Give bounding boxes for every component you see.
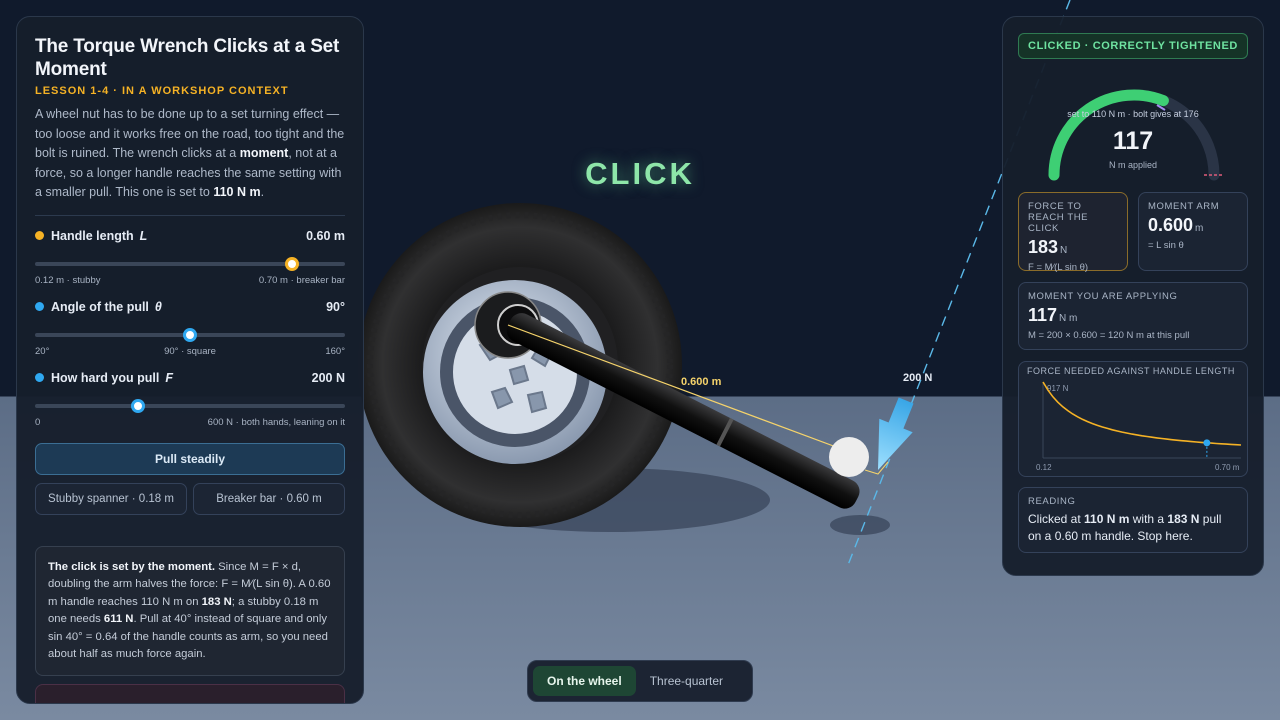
chart-title: FORCE NEEDED AGAINST HANDLE LENGTH: [1027, 366, 1235, 376]
next-section-card: [35, 684, 345, 703]
force-value: 200 N: [311, 370, 345, 385]
force-dot-icon: [35, 373, 44, 383]
handle-length-thumb[interactable]: [285, 256, 300, 271]
force-control: How hard you pull F 200 N 0 600 N · both…: [35, 370, 345, 428]
gauge-unit: N m applied: [1108, 160, 1158, 170]
lesson-tag: LESSON 1-4 · IN A WORKSHOP CONTEXT: [35, 85, 289, 97]
length-dot-icon: [35, 231, 44, 241]
handle-length-control: Handle length L 0.60 m 0.12 m · stubby 0…: [35, 228, 345, 286]
intro-text: A wheel nut has to be done up to a set t…: [35, 107, 345, 200]
angle-value: 90°: [326, 299, 345, 314]
breaker-bar-button[interactable]: Breaker bar · 0.60 m: [193, 482, 345, 515]
moment-arm-card: MOMENT ARM 0.600 m = L sin θ: [1138, 192, 1248, 271]
force-arrow: [878, 397, 914, 470]
torque-gauge: set to 110 N m · bolt gives at 176 117 N…: [1018, 63, 1248, 181]
handle-length-value: 0.60 m: [306, 228, 345, 243]
click-indicator: CLICK: [585, 156, 695, 191]
handle-length-slider[interactable]: [35, 256, 345, 271]
chart-y-max-label: 917 N: [1047, 384, 1069, 393]
pull-steadily-button[interactable]: Pull steadily: [35, 442, 345, 475]
reading-card: READING Clicked at 110 N m with a 183 N …: [1018, 487, 1248, 553]
page-title: The Torque Wrench Clicks at a Set Moment: [35, 36, 340, 80]
angle-dot-icon: [35, 302, 44, 312]
view-three-quarter-button[interactable]: Three-quarter: [636, 666, 737, 696]
force-curve-line: [1042, 381, 1242, 446]
divider: [35, 214, 345, 216]
force-length-chart: FORCE NEEDED AGAINST HANDLE LENGTH 917 N…: [1018, 361, 1248, 477]
gauge-value: 117: [1112, 127, 1154, 155]
view-on-wheel-button[interactable]: On the wheel: [533, 666, 636, 696]
grip-ball: [829, 437, 869, 477]
chart-x-max-label: 0.70 m: [1215, 463, 1240, 472]
angle-slider[interactable]: [35, 327, 345, 342]
force-to-click-card: FORCE TO REACH THE CLICK 183 N F = M⁄(L s…: [1018, 192, 1128, 273]
stubby-spanner-button[interactable]: Stubby spanner · 0.18 m: [35, 482, 187, 515]
angle-thumb[interactable]: [183, 327, 197, 342]
gauge-caption: set to 110 N m · bolt gives at 176: [1067, 109, 1199, 119]
explanation-box: The click is set by the moment. Since M …: [35, 545, 345, 677]
view-toggle: On the wheel Three-quarter: [527, 660, 753, 702]
handle-shadow: [830, 515, 890, 535]
force-thumb[interactable]: [131, 398, 146, 413]
force-value-label: 200 N: [903, 372, 933, 384]
lesson-panel: The Torque Wrench Clicks at a Set Moment…: [16, 16, 364, 704]
status-badge: CLICKED · CORRECTLY TIGHTENED: [1018, 33, 1248, 59]
angle-control: Angle of the pull θ 90° 20° 90° · square…: [35, 299, 345, 357]
moment-applied-card: MOMENT YOU ARE APPLYING 117 N m M = 200 ×…: [1018, 282, 1248, 350]
arm-length-label: 0.600 m: [681, 376, 722, 388]
chart-x-min-label: 0.12: [1036, 463, 1052, 472]
readout-panel: CLICKED · CORRECTLY TIGHTENED set to 110…: [1002, 16, 1264, 576]
force-slider[interactable]: [35, 398, 345, 413]
